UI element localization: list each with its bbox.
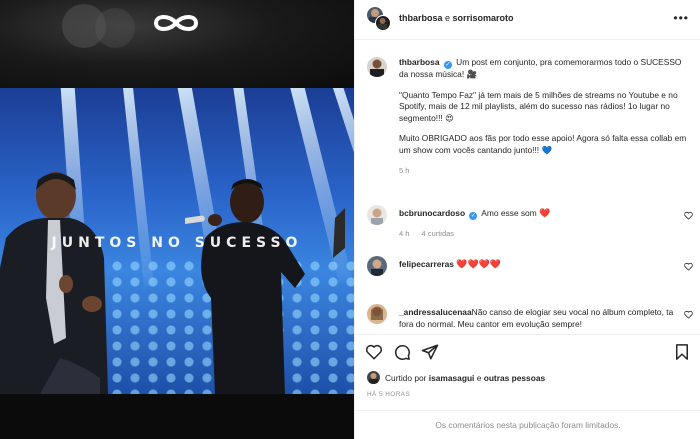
action-bar	[355, 334, 700, 366]
infinity-logo-icon	[153, 15, 199, 31]
avatar[interactable]	[367, 256, 387, 276]
post-caption: thbarbosa ✓ Um post em conjunto, pra com…	[399, 57, 689, 186]
singer-right	[185, 179, 345, 394]
comment-username[interactable]: _andressalucenaa	[399, 307, 472, 317]
liked-suffix: e	[474, 373, 484, 383]
post-date[interactable]: HÁ 5 HORAS	[367, 391, 410, 398]
caption-time[interactable]: 5 h	[399, 165, 689, 177]
verified-badge-icon: ✓	[443, 61, 452, 69]
liked-others[interactable]: outras pessoas	[484, 373, 545, 383]
caption-line-2: "Quanto Tempo Faz" já tem mais de 5 milh…	[399, 89, 678, 123]
instagram-post-modal: JUNTOS NO SUCESSO thbarbosa e sorrisomar…	[0, 0, 700, 439]
comment-like-count[interactable]: 4 curtidas	[422, 229, 455, 238]
comment-text: felipecarreras ❤️❤️❤️❤️	[399, 259, 679, 272]
avatar[interactable]	[375, 15, 391, 31]
caption-emoji-1: 🎥	[466, 69, 477, 79]
media-headline: JUNTOS NO SUCESSO	[51, 235, 303, 251]
header-username-1[interactable]: thbarbosa	[399, 13, 443, 23]
comment-item: felipecarreras ❤️❤️❤️❤️	[355, 256, 700, 282]
bookmark-icon[interactable]	[673, 343, 691, 361]
bokeh-light	[95, 8, 135, 48]
share-icon[interactable]	[421, 343, 439, 361]
media-bottom-band	[0, 394, 354, 439]
comments-limited-note: Os comentários nesta publicação foram li…	[355, 410, 700, 439]
comment-like-heart-icon[interactable]	[684, 262, 693, 271]
comment-item: _andressalucenaaNão canso de elogiar seu…	[355, 304, 700, 334]
caption-username[interactable]: thbarbosa	[399, 57, 440, 67]
comment-username[interactable]: bcbrunocardoso	[399, 208, 465, 218]
verified-badge-icon: ✓	[469, 212, 478, 220]
liked-prefix: Curtido por	[385, 373, 429, 383]
avatar[interactable]	[367, 304, 387, 324]
post-header: thbarbosa e sorrisomaroto •••	[355, 0, 700, 40]
heart-icon[interactable]	[365, 343, 383, 361]
comment-like-heart-icon[interactable]	[684, 211, 693, 220]
comment-time[interactable]: 4 h	[399, 229, 409, 238]
avatar[interactable]	[367, 57, 387, 77]
avatar[interactable]	[367, 205, 387, 225]
comment-username[interactable]: felipecarreras	[399, 259, 454, 269]
comments-feed[interactable]: thbarbosa ✓ Um post em conjunto, pra com…	[355, 40, 700, 334]
singer-left	[0, 172, 108, 394]
comment-text: bcbrunocardoso ✓ Amo esse som ❤️	[399, 208, 679, 221]
avatar[interactable]	[367, 371, 380, 384]
liked-by-text: Curtido por isamasagui e outras pessoas	[385, 373, 545, 383]
comment-emoji: ❤️	[539, 209, 551, 219]
comment-body: Amo esse som	[481, 208, 537, 218]
comment-text: _andressalucenaaNão canso de elogiar seu…	[399, 307, 679, 330]
comment-icon[interactable]	[393, 343, 411, 361]
post-sidebar: thbarbosa e sorrisomaroto ••• thbarbosa …	[354, 0, 700, 439]
more-options-icon[interactable]: •••	[673, 11, 689, 25]
comment-emoji: ❤️❤️❤️❤️	[456, 260, 502, 270]
header-usernames: thbarbosa e sorrisomaroto	[399, 13, 514, 23]
header-username-2[interactable]: sorrisomaroto	[453, 13, 514, 23]
caption-emoji-2: 😍	[445, 112, 454, 123]
caption-line-1: Um post em conjunto, pra comemorarmos to…	[399, 57, 682, 79]
liked-user[interactable]: isamasagui	[429, 373, 475, 383]
liked-by-row: Curtido por isamasagui e outras pessoas	[367, 370, 697, 386]
header-connector: e	[442, 13, 453, 23]
concert-stage-photo: JUNTOS NO SUCESSO	[0, 88, 354, 394]
comment-meta: 4 h 4 curtidas	[399, 229, 454, 238]
post-media[interactable]: JUNTOS NO SUCESSO	[0, 0, 354, 439]
comment-item: bcbrunocardoso ✓ Amo esse som ❤️ 4 h 4 c…	[355, 205, 700, 245]
media-top-band	[0, 0, 354, 88]
comment-like-heart-icon[interactable]	[684, 310, 693, 319]
caption-emoji-3: 💙	[541, 144, 552, 155]
